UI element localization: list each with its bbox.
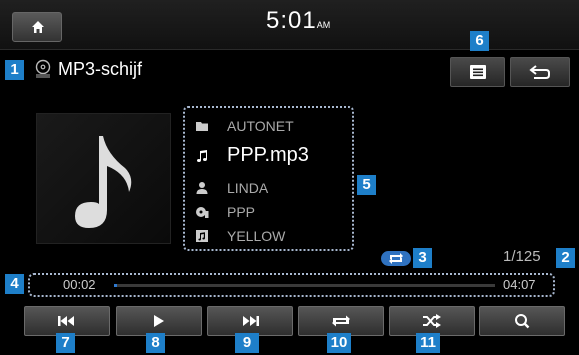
source-title: MP3-schijf <box>58 59 143 79</box>
list-icon <box>469 65 486 79</box>
artist-name: LINDA <box>227 180 269 196</box>
callout-7: 7 <box>56 333 75 353</box>
folder-name: AUTONET <box>227 118 294 134</box>
next-button[interactable] <box>207 306 293 336</box>
album-art <box>36 113 171 244</box>
repeat-indicator-icon <box>389 253 403 264</box>
back-icon <box>529 65 550 79</box>
clock-time: 5:01 <box>266 7 317 34</box>
track-counter: 1/125 <box>503 248 541 265</box>
track-info-panel: AUTONET PPP.mp3 LINDA PPP YELLOW <box>183 106 354 251</box>
callout-11: 11 <box>416 333 440 353</box>
callout-10: 10 <box>327 333 351 353</box>
folder-icon <box>196 122 208 131</box>
genre-icon <box>196 230 208 242</box>
clock: 5:01AM <box>266 7 330 35</box>
back-button[interactable] <box>510 57 570 87</box>
list-menu-button[interactable] <box>450 57 505 87</box>
search-button[interactable] <box>479 306 565 336</box>
genre-name: YELLOW <box>227 228 286 244</box>
callout-1: 1 <box>5 60 24 80</box>
repeat-icon <box>332 315 350 327</box>
file-name: PPP.mp3 <box>227 144 309 166</box>
album-name: PPP <box>227 204 256 220</box>
status-bar: 5:01AM <box>0 0 579 50</box>
play-icon <box>154 315 164 327</box>
repeat-button[interactable] <box>298 306 384 336</box>
previous-button[interactable] <box>24 306 110 336</box>
play-button[interactable] <box>116 306 202 336</box>
search-icon <box>515 314 530 329</box>
callout-3: 3 <box>413 248 432 268</box>
callout-2: 2 <box>556 248 575 268</box>
artist-icon <box>196 182 208 194</box>
album-icon <box>196 207 209 218</box>
home-button[interactable] <box>12 12 62 42</box>
callout-9: 9 <box>235 333 259 353</box>
callout-5: 5 <box>357 175 376 195</box>
next-icon <box>243 316 259 326</box>
shuffle-icon <box>423 314 441 328</box>
media-screen: 5:01AM 1 MP3-schijf 6 AUTONET PPP.mp3 LI… <box>0 0 579 355</box>
callout-4: 4 <box>5 274 24 294</box>
progress-bar[interactable] <box>114 284 495 287</box>
progress-fill <box>114 284 117 287</box>
clock-meridiem: AM <box>316 20 331 30</box>
previous-icon <box>58 316 74 326</box>
note-icon <box>197 150 207 162</box>
callout-8: 8 <box>146 333 165 353</box>
elapsed-time: 00:02 <box>63 277 96 292</box>
music-note-icon <box>75 136 132 228</box>
shuffle-button[interactable] <box>389 306 475 336</box>
repeat-mode-indicator <box>381 251 411 266</box>
home-icon <box>32 21 44 33</box>
total-time: 04:07 <box>503 277 536 292</box>
callout-6: 6 <box>470 31 489 51</box>
mp3-disc-icon <box>35 59 51 78</box>
